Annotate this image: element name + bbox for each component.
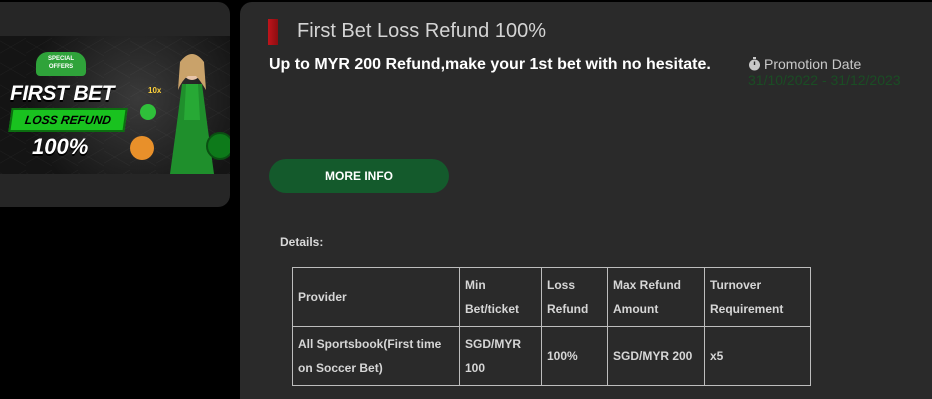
promotion-terms-table: Provider Min Bet/ticket Loss Refund Max …: [292, 267, 811, 386]
banner-subtitle: LOSS REFUND: [8, 108, 128, 132]
more-info-button[interactable]: MORE INFO: [269, 159, 449, 193]
promotion-detail-panel: First Bet Loss Refund 100% Up to MYR 200…: [240, 2, 932, 399]
promotion-date-label-text: Promotion Date: [764, 56, 862, 72]
header-max-refund: Max Refund Amount: [607, 267, 705, 327]
cell-provider: All Sportsbook(First time on Soccer Bet): [292, 326, 460, 386]
title-accent-bar: [268, 19, 278, 45]
details-label: Details:: [280, 235, 324, 249]
promo-banner-image[interactable]: SPECIAL OFFERS FIRST BET LOSS REFUND 100…: [0, 36, 230, 174]
table-row: All Sportsbook(First time on Soccer Bet)…: [292, 326, 811, 386]
promotion-summary: Up to MYR 200 Refund,make your 1st bet w…: [269, 56, 711, 73]
special-offers-badge: SPECIAL OFFERS: [36, 52, 86, 76]
header-min-bet: Min Bet/ticket: [459, 267, 542, 327]
promotion-title: First Bet Loss Refund 100%: [297, 20, 547, 42]
stopwatch-icon: [749, 57, 760, 71]
header-loss-refund: Loss Refund: [541, 267, 608, 327]
table-header-row: Provider Min Bet/ticket Loss Refund Max …: [292, 267, 811, 327]
cell-loss-refund: 100%: [541, 326, 608, 386]
promo-card[interactable]: SPECIAL OFFERS FIRST BET LOSS REFUND 100…: [0, 2, 230, 207]
cell-turnover: x5: [704, 326, 811, 386]
orange-ball-decoration: [130, 136, 154, 160]
cell-max-refund: SGD/MYR 200: [607, 326, 705, 386]
header-turnover: Turnover Requirement: [704, 267, 811, 327]
promotion-date-value: 31/10/2022 - 31/12/2023: [748, 72, 901, 88]
header-provider: Provider: [292, 267, 460, 327]
promotion-date-label: Promotion Date: [748, 56, 861, 72]
soccer-ball-decoration: [206, 132, 230, 160]
banner-title: FIRST BET: [10, 82, 115, 105]
green-ball-decoration: [140, 104, 156, 120]
cell-min-bet: SGD/MYR 100: [459, 326, 542, 386]
banner-percent: 100%: [32, 134, 89, 159]
multiplier-chip: 10x: [148, 86, 162, 95]
